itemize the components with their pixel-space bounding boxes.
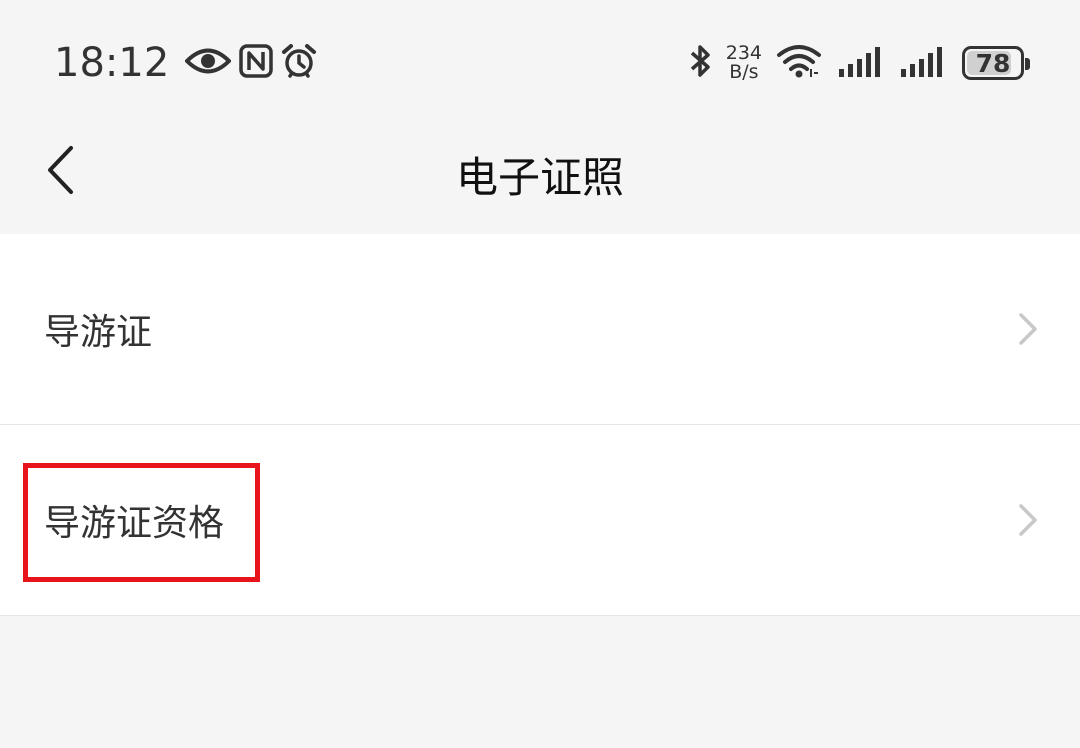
list-item-tour-guide-license[interactable]: 导游证: [0, 234, 1080, 425]
status-bar: 18:12 234 B/s 78: [0, 0, 1080, 120]
alarm-icon: [281, 43, 317, 83]
eye-icon: [184, 46, 233, 80]
list-item-tour-guide-qualification[interactable]: 导游证资格: [0, 425, 1080, 616]
battery-icon: 78: [962, 46, 1030, 80]
net-speed: 234 B/s: [726, 44, 762, 82]
status-time: 18:12: [54, 40, 170, 86]
page-title: 电子证照: [455, 153, 624, 202]
nfc-icon: [239, 44, 274, 82]
wifi-icon: [776, 43, 822, 83]
screen: 18:12 234 B/s 78 电子证照 导游证 导游证资格: [0, 0, 1080, 748]
chevron-right-icon: [1016, 311, 1040, 347]
list-item-label: 导游证资格: [44, 503, 225, 544]
signal-icon: [900, 45, 944, 81]
header: 电子证照: [0, 120, 1080, 234]
list-item-label: 导游证: [44, 312, 153, 353]
net-speed-unit: B/s: [729, 61, 759, 83]
battery-level: 78: [975, 48, 1011, 78]
status-right: 234 B/s 78: [688, 40, 1030, 86]
bluetooth-icon: [688, 43, 712, 83]
chevron-right-icon: [1016, 502, 1040, 538]
certificate-list: 导游证 导游证资格: [0, 234, 1080, 616]
signal-icon: [838, 45, 882, 81]
status-left: 18:12: [54, 38, 317, 88]
battery-tip: [1025, 58, 1030, 70]
